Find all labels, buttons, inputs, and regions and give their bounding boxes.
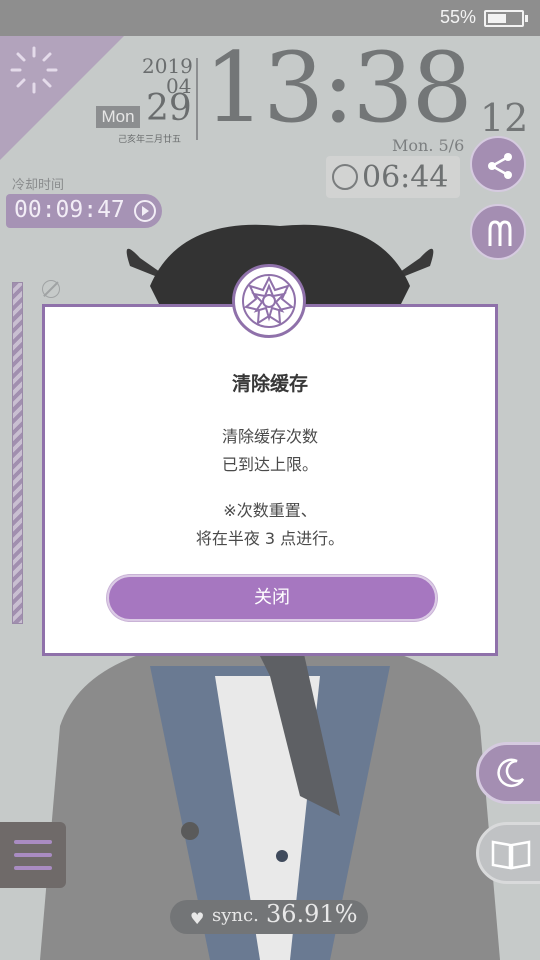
dialog-note-line: 将在半夜 3 点进行。 <box>195 529 345 548</box>
menu-button[interactable] <box>0 822 66 888</box>
clear-cache-dialog: 清除缓存 清除缓存次数 已到达上限。 ※次数重置、 将在半夜 3 点进行。 关闭 <box>42 304 498 656</box>
lunar-date: 己亥年三月廿五 <box>118 135 182 145</box>
sync-value: 36.91% <box>266 900 358 928</box>
play-icon[interactable] <box>134 200 156 222</box>
book-icon <box>491 840 531 870</box>
moon-button[interactable] <box>476 742 540 804</box>
alarm-widget[interactable]: 06:44 <box>326 156 460 198</box>
battery-icon <box>484 10 528 27</box>
clock-seconds: 12 <box>480 96 529 140</box>
alarm-time: 06:44 <box>362 160 449 195</box>
share-button[interactable] <box>470 136 526 192</box>
moon-icon <box>497 758 525 788</box>
cooldown-label: 冷却时间 <box>12 178 65 193</box>
share-icon <box>488 153 512 179</box>
status-bar: 55% <box>0 0 540 36</box>
cooldown-value: 00:09:47 <box>14 197 125 223</box>
heart-icon: ♥ <box>190 909 205 928</box>
clock-time: 13:38 <box>204 36 473 144</box>
alarm-date: Mon. 5/6 <box>392 136 465 155</box>
book-button[interactable] <box>476 822 540 884</box>
date-day: 29 <box>146 88 192 129</box>
date-weekday: Mon <box>96 106 140 128</box>
dialog-note-line: ※次数重置、 <box>223 501 317 520</box>
alarm-icon <box>332 164 358 190</box>
close-button[interactable]: 关闭 <box>107 575 437 621</box>
dialog-title: 清除缓存 <box>231 373 308 395</box>
sync-indicator: ♥ sync. 36.91% <box>170 900 368 934</box>
side-gauge <box>12 282 23 624</box>
emblem-icon <box>232 264 306 338</box>
time-divider <box>196 58 198 140</box>
m-button[interactable] <box>470 204 526 260</box>
m-icon <box>488 220 512 246</box>
battery-percent: 55% <box>439 7 476 27</box>
no-entry-icon <box>42 280 60 298</box>
dialog-message-line: 清除缓存次数 <box>221 427 318 446</box>
menu-icon <box>14 840 52 844</box>
cooldown-timer[interactable]: 00:09:47 <box>6 194 162 228</box>
sync-label: sync. <box>212 905 259 926</box>
dialog-message-line: 已到达上限。 <box>221 455 318 474</box>
